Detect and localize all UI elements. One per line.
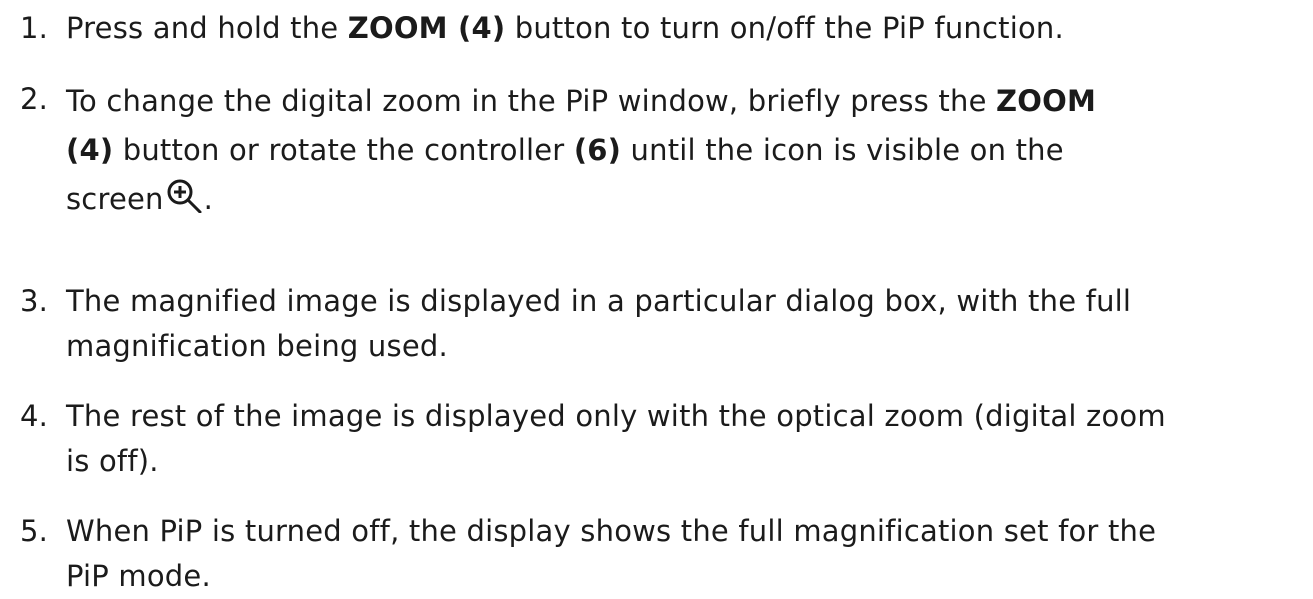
button-reference: ZOOM (4) [347, 11, 506, 45]
step-text-line: PiP mode. [66, 559, 211, 593]
step-text-segment: button or rotate the controller [113, 133, 574, 167]
step-text: Press and hold the ZOOM (4) button to tu… [66, 6, 1306, 51]
step-text-segment: button to turn on/off the PiP function. [505, 11, 1064, 45]
step-text-segment: screen [66, 182, 164, 216]
step-number: 3. [20, 284, 49, 318]
step-text: To change the digital zoom in the PiP wi… [66, 77, 1306, 224]
step-text-segment: until the icon is visible on the [621, 133, 1064, 167]
step-number: 1. [20, 11, 49, 45]
step-text-line: magnification being used. [66, 329, 448, 363]
step-text-segment: Press and hold the [66, 11, 348, 45]
controller-reference: (6) [573, 133, 622, 167]
step-text-line: The rest of the image is displayed only … [66, 399, 1166, 433]
step-text: The magnified image is displayed in a pa… [66, 279, 1306, 369]
instruction-document: 1. Press and hold the ZOOM (4) button to… [0, 0, 1313, 593]
step-number: 4. [20, 399, 49, 433]
button-reference: ZOOM [996, 84, 1097, 118]
zoom-in-magnifier-icon [166, 179, 204, 213]
step-text-line: is off). [66, 444, 159, 478]
step-number: 5. [20, 514, 49, 548]
step-text: The rest of the image is displayed only … [66, 394, 1306, 484]
button-reference: (4) [66, 133, 114, 167]
step-number: 2. [20, 82, 49, 116]
step-text-line: The magnified image is displayed in a pa… [66, 284, 1132, 318]
step-text-segment: To change the digital zoom in the PiP wi… [66, 84, 997, 118]
step-text-line: When PiP is turned off, the display show… [66, 514, 1157, 548]
step-text-segment: . [203, 182, 214, 216]
step-text: When PiP is turned off, the display show… [66, 509, 1306, 599]
